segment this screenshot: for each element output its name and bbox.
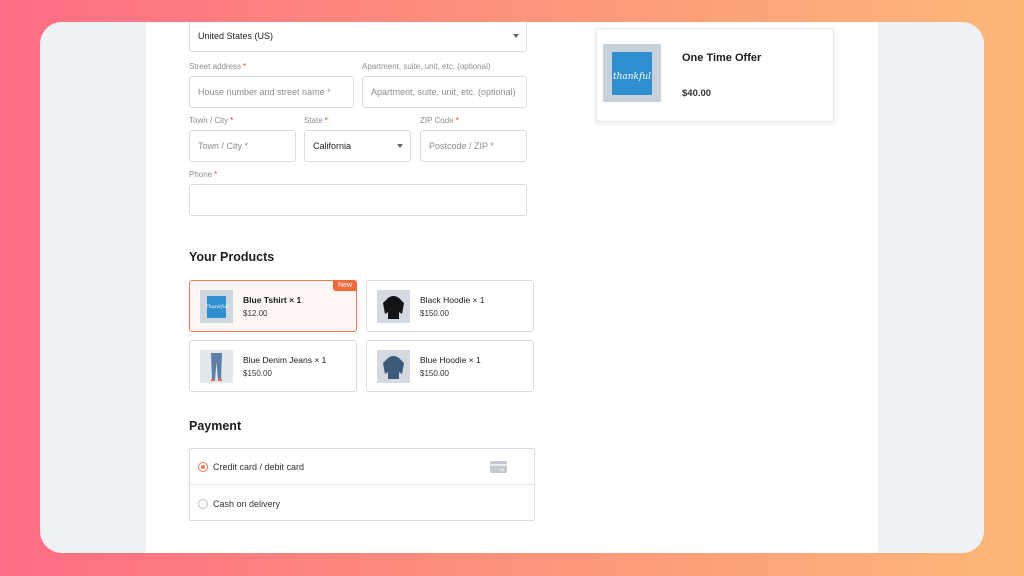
city-label: Town / City * (189, 116, 234, 125)
offer-title: One Time Offer (682, 52, 762, 64)
product-name: Black Hoodie × 1 (420, 295, 485, 305)
zip-input[interactable]: Postcode / ZIP * (420, 130, 527, 162)
state-select[interactable]: California (304, 130, 411, 162)
product-card-blue-jeans[interactable]: Blue Denim Jeans × 1 $150.00 (189, 340, 357, 392)
chevron-down-icon (513, 34, 519, 38)
street-label: Street address * (189, 62, 247, 71)
product-price: $150.00 (243, 369, 272, 378)
offer-product-image: thankful (603, 44, 661, 102)
street-input[interactable]: House number and street name * (189, 76, 354, 108)
payment-option-cod[interactable]: Cash on delivery (190, 486, 534, 522)
country-select[interactable]: United States (US) (189, 22, 527, 52)
state-label: State * (304, 116, 328, 125)
phone-input[interactable] (189, 184, 527, 216)
blue-hoodie-image (377, 350, 410, 383)
product-price: $12.00 (243, 309, 268, 318)
blue-jeans-image (200, 350, 233, 383)
radio-cod[interactable] (198, 499, 208, 509)
new-badge: New (332, 280, 357, 291)
offer-divider (597, 28, 833, 29)
product-card-blue-tshirt[interactable]: Thankful Blue Tshirt × 1 $12.00 New (189, 280, 357, 332)
zip-label: ZIP Code * (420, 116, 459, 125)
browser-frame: United States (US) Street address * House… (40, 22, 984, 553)
svg-text:Thankful: Thankful (205, 304, 228, 310)
product-card-blue-hoodie[interactable]: Blue Hoodie × 1 $150.00 (366, 340, 534, 392)
one-time-offer-card[interactable]: thankful One Time Offer $40.00 (596, 28, 834, 122)
payment-methods: Credit card / debit card Cash on deliver… (189, 448, 535, 521)
product-name: Blue Hoodie × 1 (420, 355, 481, 365)
product-card-black-hoodie[interactable]: Black Hoodie × 1 $150.00 (366, 280, 534, 332)
city-input[interactable]: Town / City * (189, 130, 296, 162)
product-price: $150.00 (420, 369, 449, 378)
payment-title: Payment (189, 419, 242, 433)
payment-option-card[interactable]: Credit card / debit card (190, 449, 534, 485)
apartment-label: Apartment, suite, unit, etc. (optional) (362, 62, 491, 71)
black-hoodie-image (377, 290, 410, 323)
apartment-input[interactable]: Apartment, suite, unit, etc. (optional) (362, 76, 527, 108)
product-name: Blue Denim Jeans × 1 (243, 355, 327, 365)
product-price: $150.00 (420, 309, 449, 318)
offer-price: $40.00 (682, 88, 712, 99)
country-value: United States (US) (198, 31, 274, 41)
payment-label: Credit card / debit card (213, 462, 305, 472)
payment-label: Cash on delivery (213, 499, 281, 509)
checkout-page: United States (US) Street address * House… (146, 22, 878, 553)
phone-label: Phone * (189, 170, 218, 179)
chevron-down-icon (397, 144, 403, 148)
svg-text:thankful: thankful (613, 72, 651, 82)
product-name: Blue Tshirt × 1 (243, 295, 302, 305)
products-title: Your Products (189, 250, 275, 264)
blue-tshirt-image: Thankful (200, 290, 233, 323)
credit-card-icon (490, 461, 507, 475)
radio-card[interactable] (198, 462, 208, 472)
